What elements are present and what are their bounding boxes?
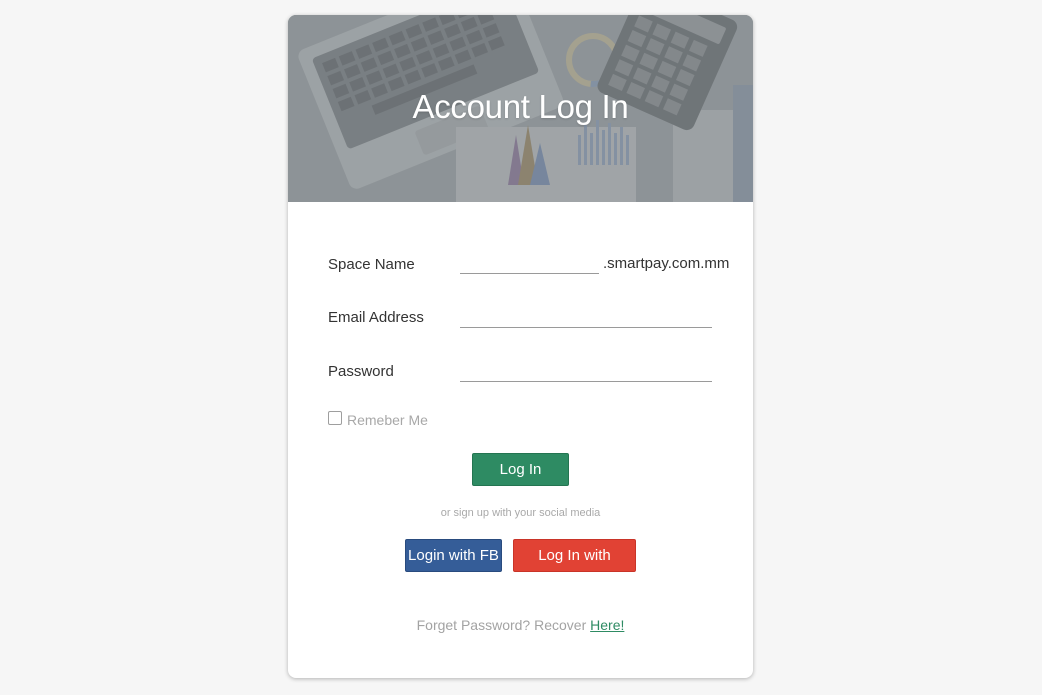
password-label: Password xyxy=(328,363,394,380)
space-name-label: Space Name xyxy=(328,256,415,273)
social-prompt: or sign up with your social media xyxy=(440,507,601,519)
email-input[interactable] xyxy=(460,307,712,328)
password-input[interactable] xyxy=(460,361,712,382)
page-title: Account Log In xyxy=(412,88,629,125)
remember-me-checkbox[interactable] xyxy=(328,411,342,425)
forgot-password-prefix: Forget Password? Recover xyxy=(416,617,591,633)
login-with-facebook-button[interactable]: Login with FB xyxy=(405,539,502,572)
forgot-password-text: Forget Password? Recover Here! xyxy=(288,617,753,633)
header-banner: Account Log In xyxy=(288,15,753,202)
login-card: Account Log In Space Name .smartpay.com.… xyxy=(288,15,753,678)
recover-password-link[interactable]: Here! xyxy=(590,617,624,633)
login-button[interactable]: Log In xyxy=(472,453,569,486)
space-name-domain-suffix: .smartpay.com.mm xyxy=(603,255,730,272)
email-label: Email Address xyxy=(328,309,424,326)
remember-me-label[interactable]: Remeber Me xyxy=(347,412,428,428)
space-name-input[interactable] xyxy=(460,253,599,274)
login-with-google-button[interactable]: Log In with Google xyxy=(513,539,636,595)
